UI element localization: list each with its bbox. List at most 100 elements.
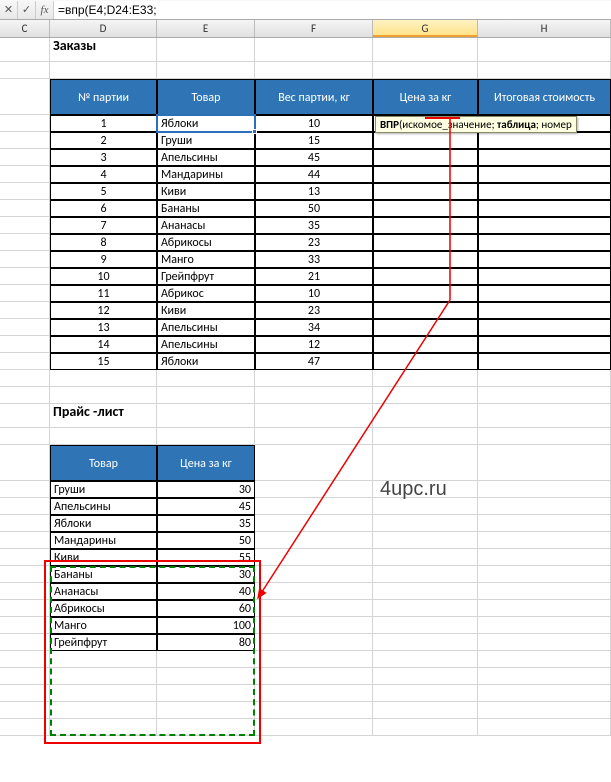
table-row[interactable]: 15Яблоки47 — [0, 353, 611, 370]
cell-price[interactable] — [373, 149, 478, 166]
cell-prod[interactable]: Абрикосы — [50, 600, 157, 617]
table-row[interactable]: 3Апельсины45 — [0, 149, 611, 166]
col-header-d[interactable]: D — [50, 20, 157, 37]
cell-total[interactable] — [478, 166, 611, 183]
cell-n[interactable]: 11 — [50, 285, 157, 302]
cell-total[interactable] — [478, 251, 611, 268]
table-row[interactable]: 11Абрикос10 — [0, 285, 611, 302]
cell-n[interactable]: 7 — [50, 217, 157, 234]
table-row[interactable]: Груши30 — [0, 481, 611, 498]
table-row[interactable]: Грейпфрут80 — [0, 634, 611, 651]
cell-price[interactable] — [373, 183, 478, 200]
table-row[interactable]: Яблоки35 — [0, 515, 611, 532]
enter-icon[interactable]: ✓ — [18, 1, 36, 19]
cell-price[interactable]: 80 — [157, 634, 255, 651]
cell-n[interactable]: 1 — [50, 115, 157, 132]
cell-total[interactable] — [478, 302, 611, 319]
table-row[interactable]: 12Киви23 — [0, 302, 611, 319]
cell-prod[interactable]: Абрикос — [157, 285, 255, 302]
cell-price[interactable] — [373, 336, 478, 353]
col-header-h[interactable]: H — [478, 20, 611, 37]
cell-weight[interactable]: 12 — [255, 336, 373, 353]
cell-price[interactable] — [373, 353, 478, 370]
cell-price[interactable] — [373, 319, 478, 336]
cell-prod[interactable]: Яблоки — [157, 353, 255, 370]
cell-price[interactable]: 55 — [157, 549, 255, 566]
cell-price[interactable]: 100 — [157, 617, 255, 634]
cell-weight[interactable]: 50 — [255, 200, 373, 217]
cell-price[interactable] — [373, 166, 478, 183]
table-row[interactable]: 5Киви13 — [0, 183, 611, 200]
table-row[interactable]: 6Бананы50 — [0, 200, 611, 217]
cell-prod[interactable]: Ананасы — [50, 583, 157, 600]
cell-prod[interactable]: Бананы — [50, 566, 157, 583]
cell-prod[interactable]: Абрикосы — [157, 234, 255, 251]
cell-weight[interactable]: 21 — [255, 268, 373, 285]
cell-n[interactable]: 15 — [50, 353, 157, 370]
table-row[interactable]: Апельсины45 — [0, 498, 611, 515]
table-row[interactable]: 10Грейпфрут21 — [0, 268, 611, 285]
cell-weight[interactable]: 34 — [255, 319, 373, 336]
table-row[interactable]: 2Груши15 — [0, 132, 611, 149]
grid[interactable]: Заказы № партии Товар Вес партии, кг Цен… — [0, 38, 611, 736]
cell-weight[interactable]: 10 — [255, 285, 373, 302]
cell-weight[interactable]: 15 — [255, 132, 373, 149]
fill-handle[interactable] — [252, 129, 257, 134]
cell-n[interactable]: 13 — [50, 319, 157, 336]
cell-prod[interactable]: Киви — [50, 549, 157, 566]
cell-total[interactable] — [478, 268, 611, 285]
cell-prod[interactable]: Груши — [50, 481, 157, 498]
cell-weight[interactable]: 44 — [255, 166, 373, 183]
table-row[interactable]: 4Мандарины44 — [0, 166, 611, 183]
cell-n[interactable]: 4 — [50, 166, 157, 183]
cell-n[interactable]: 3 — [50, 149, 157, 166]
cell-prod[interactable]: Киви — [157, 302, 255, 319]
cell-prod[interactable]: Апельсины — [157, 336, 255, 353]
cell-price[interactable] — [373, 200, 478, 217]
cell-total[interactable] — [478, 234, 611, 251]
col-header-g[interactable]: G — [373, 20, 478, 37]
cell-price[interactable] — [373, 251, 478, 268]
cell-prod[interactable]: Манго — [157, 251, 255, 268]
cell-prod[interactable]: Апельсины — [157, 319, 255, 336]
cell-total[interactable] — [478, 285, 611, 302]
cell-n[interactable]: 5 — [50, 183, 157, 200]
cell-price[interactable] — [373, 302, 478, 319]
cell-n[interactable]: 10 — [50, 268, 157, 285]
cell-prod[interactable]: Манго — [50, 617, 157, 634]
cell-n[interactable]: 6 — [50, 200, 157, 217]
cell-prod[interactable]: Мандарины — [157, 166, 255, 183]
cell-prod[interactable]: Яблоки — [50, 515, 157, 532]
cell-total[interactable] — [478, 319, 611, 336]
cell-total[interactable] — [478, 353, 611, 370]
table-row[interactable]: Ананасы40 — [0, 583, 611, 600]
cell-price[interactable]: 60 — [157, 600, 255, 617]
cell-n[interactable]: 9 — [50, 251, 157, 268]
cell-price[interactable]: 30 — [157, 566, 255, 583]
cell-weight[interactable]: 23 — [255, 234, 373, 251]
table-row[interactable]: Бананы30 — [0, 566, 611, 583]
table-row[interactable]: 14Апельсины12 — [0, 336, 611, 353]
cell-weight[interactable]: 45 — [255, 149, 373, 166]
cell-prod[interactable]: Апельсины — [50, 498, 157, 515]
cell-weight[interactable]: 13 — [255, 183, 373, 200]
table-row[interactable]: 9Манго33 — [0, 251, 611, 268]
cell-price[interactable] — [373, 234, 478, 251]
table-row[interactable]: 7Ананасы35 — [0, 217, 611, 234]
table-row[interactable]: Манго100 — [0, 617, 611, 634]
cell-total[interactable] — [478, 200, 611, 217]
cell-n[interactable]: 14 — [50, 336, 157, 353]
col-header-c[interactable]: C — [0, 20, 50, 37]
active-cell[interactable]: Яблоки — [157, 115, 255, 132]
cell-price[interactable]: 35 — [157, 515, 255, 532]
cell-weight[interactable]: 35 — [255, 217, 373, 234]
cell-prod[interactable]: Груши — [157, 132, 255, 149]
cell-prod[interactable]: Грейпфрут — [50, 634, 157, 651]
cell-prod[interactable]: Бананы — [157, 200, 255, 217]
fx-icon[interactable]: fx — [36, 1, 54, 19]
table-row[interactable]: Мандарины50 — [0, 532, 611, 549]
cell-prod[interactable]: Киви — [157, 183, 255, 200]
cell-n[interactable]: 8 — [50, 234, 157, 251]
table-row[interactable]: Абрикосы60 — [0, 600, 611, 617]
cell-prod[interactable]: Грейпфрут — [157, 268, 255, 285]
